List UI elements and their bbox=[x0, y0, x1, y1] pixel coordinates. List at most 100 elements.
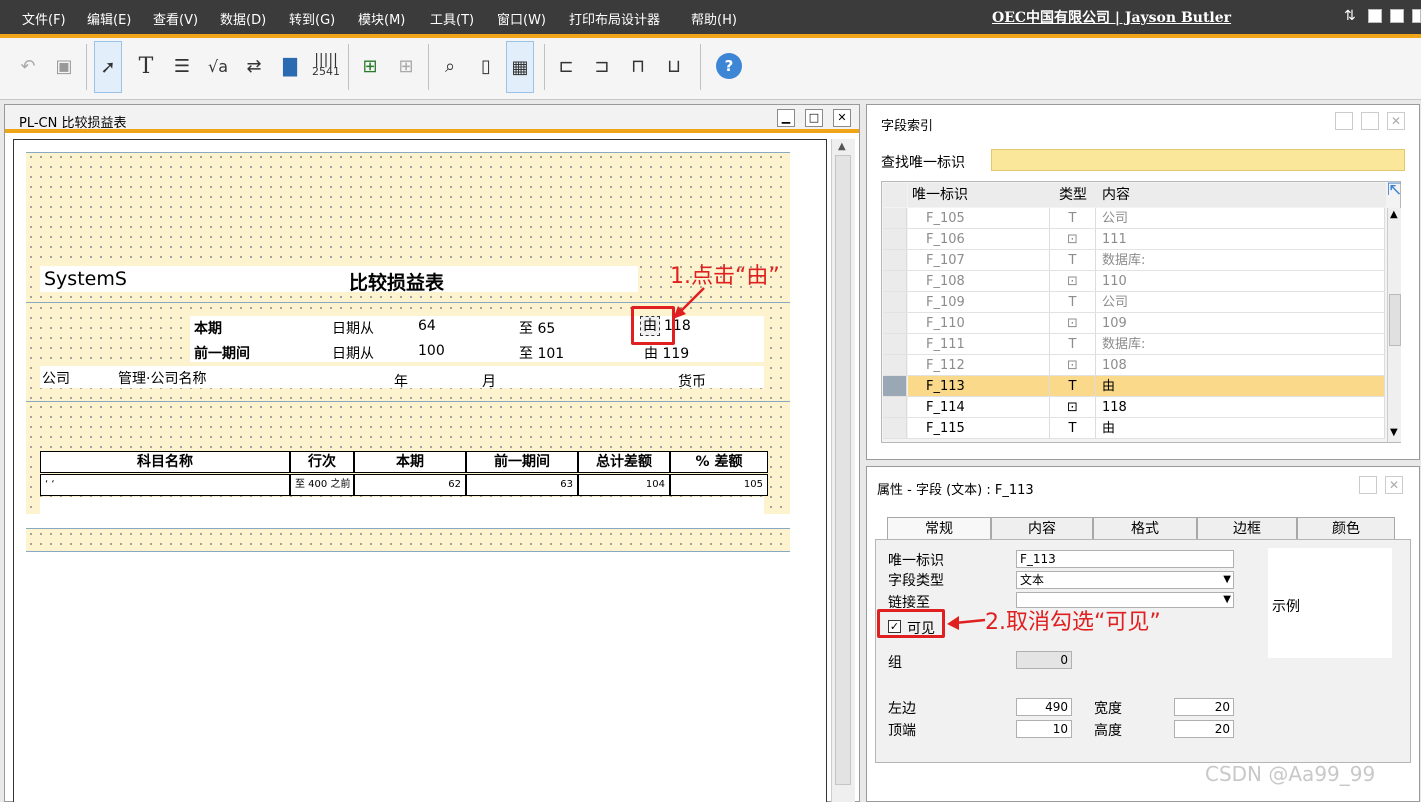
header-system-field[interactable]: SystemS bbox=[44, 268, 127, 290]
database-icon[interactable]: ⇄ bbox=[240, 52, 268, 80]
grid-row[interactable]: F_110 ⊡ 109 bbox=[883, 313, 1385, 334]
month-label[interactable]: 月 bbox=[482, 371, 496, 391]
scroll-up-icon[interactable]: ▲ bbox=[838, 141, 846, 152]
tab-color[interactable]: 颜色 bbox=[1297, 517, 1395, 541]
pointer-icon[interactable]: ➚ bbox=[94, 41, 122, 93]
cell-content[interactable]: 数据库: bbox=[1096, 334, 1385, 355]
barcode-icon[interactable]: ||||| 2541 bbox=[312, 52, 340, 80]
left-input[interactable]: 490 bbox=[1016, 698, 1072, 716]
column-header-percent-diff[interactable]: % 差额 bbox=[670, 451, 768, 473]
cell-unique-id[interactable]: F_108 bbox=[908, 271, 1050, 292]
row-selector[interactable] bbox=[883, 208, 907, 229]
column-header-previous[interactable]: 前一期间 bbox=[466, 451, 578, 473]
cell-unique-id[interactable]: F_105 bbox=[908, 208, 1050, 229]
row-selector[interactable] bbox=[883, 250, 907, 271]
cell-content[interactable]: 由 bbox=[1096, 418, 1385, 439]
currency-label[interactable]: 货币 bbox=[678, 371, 706, 391]
undo-icon[interactable]: ↶ bbox=[14, 52, 42, 80]
close-icon[interactable]: ✕ bbox=[1385, 476, 1403, 494]
year-label[interactable]: 年 bbox=[394, 371, 408, 391]
cell-type[interactable]: T bbox=[1050, 250, 1096, 271]
cell-type[interactable]: ⊡ bbox=[1050, 271, 1096, 292]
cell-percent-diff[interactable]: 105 bbox=[670, 474, 768, 496]
cell-account-name[interactable]: ‘ ‘ bbox=[40, 474, 290, 496]
cell-unique-id[interactable]: F_109 bbox=[908, 292, 1050, 313]
row-selector[interactable] bbox=[883, 292, 907, 313]
minimize-icon[interactable] bbox=[1335, 112, 1353, 130]
preview-icon[interactable]: ⌕ bbox=[436, 52, 464, 80]
grid-row[interactable]: F_113 T 由 bbox=[883, 376, 1385, 397]
field-icon[interactable]: ☰ bbox=[168, 52, 196, 80]
cell-total-diff[interactable]: 104 bbox=[578, 474, 670, 496]
help-icon[interactable]: ? bbox=[716, 53, 742, 79]
align-bottom-icon[interactable]: ⊔ bbox=[660, 52, 688, 80]
text-icon[interactable]: T bbox=[132, 52, 160, 80]
cell-content[interactable]: 公司 bbox=[1096, 292, 1385, 313]
row-selector[interactable] bbox=[883, 355, 907, 376]
menu-data[interactable]: 数据(D) bbox=[220, 9, 266, 28]
grid-row[interactable]: F_105 T 公司 bbox=[883, 208, 1385, 229]
from-field-1[interactable]: 64 bbox=[418, 318, 436, 334]
menu-goto[interactable]: 转到(G) bbox=[289, 9, 335, 28]
company-label[interactable]: 公司 bbox=[42, 368, 70, 388]
grid-row[interactable]: F_115 T 由 bbox=[883, 418, 1385, 439]
cell-unique-id[interactable]: F_113 bbox=[908, 376, 1050, 397]
grid-row[interactable]: F_114 ⊡ 118 bbox=[883, 397, 1385, 418]
repetitive-footer-box[interactable] bbox=[40, 497, 764, 517]
cell-content[interactable]: 118 bbox=[1096, 397, 1385, 418]
cell-unique-id[interactable]: F_112 bbox=[908, 355, 1050, 376]
row-selector[interactable] bbox=[883, 418, 907, 439]
date-from-label-1[interactable]: 日期从 bbox=[332, 318, 374, 338]
column-header-account-name[interactable]: 科目名称 bbox=[40, 451, 290, 473]
cell-current[interactable]: 62 bbox=[354, 474, 466, 496]
grid-row[interactable]: F_106 ⊡ 111 bbox=[883, 229, 1385, 250]
vertical-scrollbar[interactable]: ▲ bbox=[831, 139, 855, 802]
cell-type[interactable]: ⊡ bbox=[1050, 229, 1096, 250]
tab-border[interactable]: 边框 bbox=[1197, 517, 1297, 541]
cell-content[interactable]: 由 bbox=[1096, 376, 1385, 397]
height-input[interactable]: 20 bbox=[1174, 720, 1234, 738]
width-input[interactable]: 20 bbox=[1174, 698, 1234, 716]
cell-unique-id[interactable]: F_111 bbox=[908, 334, 1050, 355]
cell-unique-id[interactable]: F_110 bbox=[908, 313, 1050, 334]
cell-type[interactable]: T bbox=[1050, 334, 1096, 355]
tree-icon[interactable]: ⊞ bbox=[356, 52, 384, 80]
tab-content[interactable]: 内容 bbox=[991, 517, 1093, 541]
cell-previous[interactable]: 63 bbox=[466, 474, 578, 496]
to-field-1[interactable]: 至 65 bbox=[519, 318, 555, 338]
report-title[interactable]: 比较损益表 bbox=[349, 268, 444, 295]
cell-unique-id[interactable]: F_106 bbox=[908, 229, 1050, 250]
column-header-line[interactable]: 行次 bbox=[290, 451, 354, 473]
picture-icon[interactable]: ▇ bbox=[276, 52, 304, 80]
formula-icon[interactable]: √a bbox=[204, 52, 232, 80]
menu-modules[interactable]: 模块(M) bbox=[358, 9, 405, 28]
to-field-2[interactable]: 至 101 bbox=[519, 343, 564, 363]
grid-row[interactable]: F_108 ⊡ 110 bbox=[883, 271, 1385, 292]
cell-content[interactable]: 公司 bbox=[1096, 208, 1385, 229]
scroll-thumb[interactable] bbox=[1389, 294, 1401, 346]
report-canvas[interactable]: SystemS 比较损益表 本期 前一期间 日期从 日期从 64 100 至 6… bbox=[13, 139, 827, 802]
prev-period-label[interactable]: 前一期间 bbox=[194, 343, 250, 363]
scroll-down-icon[interactable]: ▼ bbox=[1390, 427, 1398, 438]
cell-content[interactable]: 109 bbox=[1096, 313, 1385, 334]
cell-content[interactable]: 数据库: bbox=[1096, 250, 1385, 271]
unique-id-input[interactable]: F_113 bbox=[1016, 550, 1234, 568]
column-header-unique-id[interactable]: 唯一标识 bbox=[908, 183, 1050, 207]
maximize-icon[interactable]: □ bbox=[805, 109, 823, 127]
column-header-current[interactable]: 本期 bbox=[354, 451, 466, 473]
cell-unique-id[interactable]: F_107 bbox=[908, 250, 1050, 271]
tab-format[interactable]: 格式 bbox=[1093, 517, 1197, 541]
grid-row[interactable]: F_112 ⊡ 108 bbox=[883, 355, 1385, 376]
grid-row[interactable]: F_111 T 数据库: bbox=[883, 334, 1385, 355]
cell-type[interactable]: ⊡ bbox=[1050, 313, 1096, 334]
row-selector[interactable] bbox=[883, 313, 907, 334]
align-right-icon[interactable]: ⊐ bbox=[588, 52, 616, 80]
align-left-icon[interactable]: ⊏ bbox=[552, 52, 580, 80]
page-footer-band[interactable] bbox=[26, 529, 790, 551]
menu-window[interactable]: 窗口(W) bbox=[497, 9, 546, 28]
chevron-down-icon[interactable]: ▼ bbox=[1223, 572, 1231, 588]
menu-print-layout-designer[interactable]: 打印布局设计器 bbox=[569, 9, 660, 28]
current-period-label[interactable]: 本期 bbox=[194, 318, 222, 338]
cell-type[interactable]: T bbox=[1050, 376, 1096, 397]
menu-view[interactable]: 查看(V) bbox=[153, 9, 198, 28]
